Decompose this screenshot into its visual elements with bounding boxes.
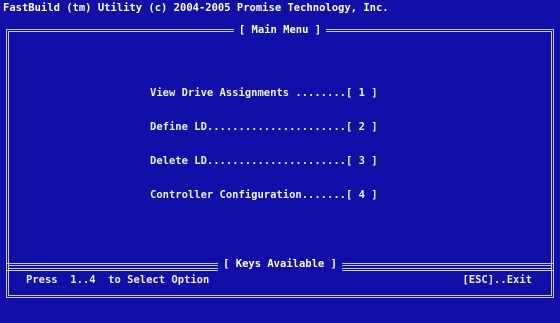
keys-available-panel: [ Keys Available ] Press 1..4 to Select … [6, 257, 554, 298]
main-menu-panel: [ Main Menu ] View Drive Assignments ...… [6, 23, 554, 271]
esc-exit-hint[interactable]: [ESC]..Exit [462, 274, 532, 286]
menu-item-delete-ld[interactable]: Delete LD......................[ 3 ] [150, 154, 378, 188]
main-menu-title: [ Main Menu ] [233, 23, 327, 37]
menu-item-view-drive-assignments[interactable]: View Drive Assignments ........[ 1 ] [150, 86, 378, 120]
app-title: FastBuild (tm) Utility (c) 2004-2005 Pro… [3, 2, 389, 14]
select-option-hint: Press 1..4 to Select Option [26, 274, 210, 286]
keys-available-title: [ Keys Available ] [218, 257, 342, 271]
main-menu-list: View Drive Assignments ........[ 1 ] Def… [150, 86, 378, 222]
menu-item-controller-configuration[interactable]: Controller Configuration.......[ 4 ] [150, 188, 378, 222]
menu-item-define-ld[interactable]: Define LD......................[ 2 ] [150, 120, 378, 154]
